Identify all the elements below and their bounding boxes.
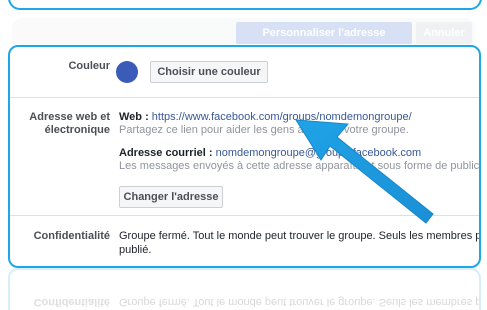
customize-address-button[interactable]: Personnaliser l'adresse (236, 22, 412, 44)
web-prefix: Web : (119, 111, 152, 123)
address-label-line2: électronique (44, 124, 110, 136)
previous-panel-frame (8, 0, 482, 10)
choose-color-button[interactable]: Choisir une couleur (150, 61, 268, 83)
web-hint: Partagez ce lien pour aider les gens à t… (119, 124, 409, 136)
cancel-button[interactable]: Annuler (416, 22, 472, 44)
email-address: Adresse courriel : nomdemongroupe@groups… (119, 147, 421, 159)
reflection-label: Confidentialité (33, 296, 110, 308)
color-swatch[interactable] (116, 61, 138, 83)
privacy-text-line1: Groupe fermé. Tout le monde peut trouver… (119, 230, 481, 242)
color-row: Couleur Choisir une couleur (10, 47, 479, 97)
email-value-link[interactable]: nomdemongroupe@groups.facebook.com (216, 147, 422, 159)
panel-reflection: Confidentialité Groupe fermé. Tout le mo… (8, 268, 481, 310)
dialog-header-faded: Personnaliser l'adresse Annuler (12, 18, 475, 46)
email-prefix: Adresse courriel : (119, 147, 216, 159)
group-settings-panel: Couleur Choisir une couleur Adresse web … (8, 45, 481, 268)
address-row: Adresse web et électronique Web : https:… (10, 98, 479, 215)
color-label: Couleur (68, 60, 110, 72)
reflection-text: Groupe fermé. Tout le monde peut trouver… (119, 296, 481, 308)
address-label-line1: Adresse web et (29, 111, 110, 123)
change-address-button[interactable]: Changer l'adresse (119, 186, 223, 208)
privacy-text-line2: publié. (119, 244, 152, 256)
web-address: Web : https://www.facebook.com/groups/no… (119, 111, 412, 123)
privacy-label: Confidentialité (33, 230, 110, 242)
email-hint: Les messages envoyés à cette adresse app… (119, 160, 481, 172)
web-url-link[interactable]: https://www.facebook.com/groups/nomdemon… (152, 111, 412, 123)
privacy-row: Confidentialité Groupe fermé. Tout le mo… (10, 216, 479, 266)
